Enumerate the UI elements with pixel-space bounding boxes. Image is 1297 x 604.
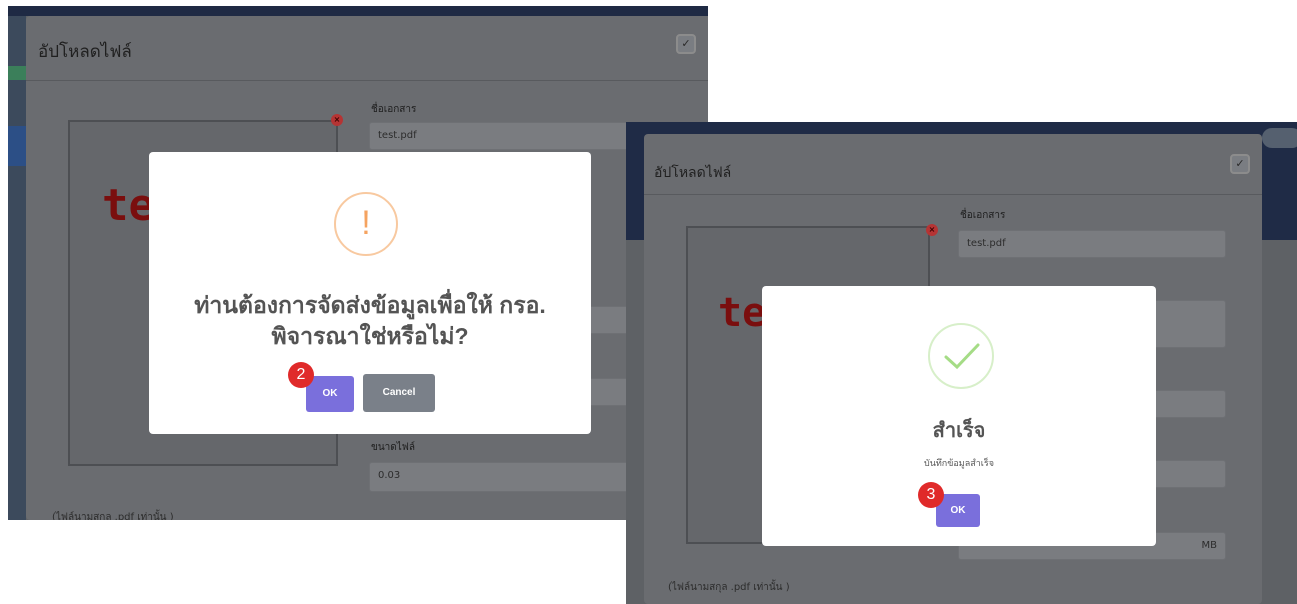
- field-label-document-name: ชื่อเอกสาร: [371, 104, 417, 115]
- pdf-preview-text: te: [102, 180, 155, 231]
- left-screenshot: อัปโหลดไฟล์ ✓ te × ชื่อเอกสาร test.pdf ข…: [8, 6, 708, 520]
- remove-file-icon[interactable]: ×: [331, 114, 343, 126]
- warning-icon: !: [334, 192, 398, 256]
- modal-title: อัปโหลดไฟล์: [38, 42, 132, 62]
- sidebar-accent: [8, 66, 26, 80]
- remove-file-icon[interactable]: ×: [926, 224, 938, 236]
- top-navbar: [8, 6, 708, 16]
- file-type-note: (ไฟล์นามสกุล .pdf เท่านั้น ): [52, 512, 174, 520]
- confirm-dialog: ! ท่านต้องการจัดส่งข้อมูลเพื่อให้ กรอ. พ…: [149, 152, 591, 434]
- cancel-button[interactable]: Cancel: [363, 374, 435, 412]
- sidebar-accent: [8, 126, 26, 166]
- success-check-icon: [928, 323, 994, 389]
- modal-divider: [26, 80, 708, 81]
- success-dialog: สำเร็จ บันทึกข้อมูลสำเร็จ OK 3: [762, 286, 1156, 546]
- file-size-unit: MB: [1201, 540, 1218, 551]
- right-screenshot: อัปโหลดไฟล์ ✓ te × ชื่อเอกสาร test.pdf M…: [626, 122, 1297, 604]
- field-label-document-name: ชื่อเอกสาร: [960, 210, 1006, 221]
- field-label-file-size: ขนาดไฟล์: [371, 442, 416, 453]
- avatar[interactable]: [1262, 128, 1297, 148]
- confirm-ok-button[interactable]: OK: [306, 376, 354, 412]
- modal-divider: [644, 194, 1262, 195]
- modal-title: อัปโหลดไฟล์: [654, 165, 732, 181]
- document-name-field[interactable]: test.pdf: [369, 122, 669, 150]
- file-size-field: 0.03: [369, 462, 669, 492]
- document-name-field[interactable]: test.pdf: [958, 230, 1226, 258]
- success-dialog-title: สำเร็จ: [932, 420, 986, 442]
- close-icon[interactable]: ✓: [676, 34, 696, 54]
- step-badge: 3: [918, 482, 944, 508]
- file-type-note: (ไฟล์นามสกุล .pdf เท่านั้น ): [668, 582, 790, 593]
- confirm-dialog-title: ท่านต้องการจัดส่งข้อมูลเพื่อให้ กรอ. พิจ…: [194, 292, 546, 349]
- pdf-preview-text: te: [718, 290, 767, 336]
- check-mark-icon: [944, 343, 980, 370]
- success-dialog-message: บันทึกข้อมูลสำเร็จ: [924, 459, 994, 469]
- step-badge: 2: [288, 362, 314, 388]
- close-icon[interactable]: ✓: [1230, 154, 1250, 174]
- background-sidebar: [8, 16, 26, 520]
